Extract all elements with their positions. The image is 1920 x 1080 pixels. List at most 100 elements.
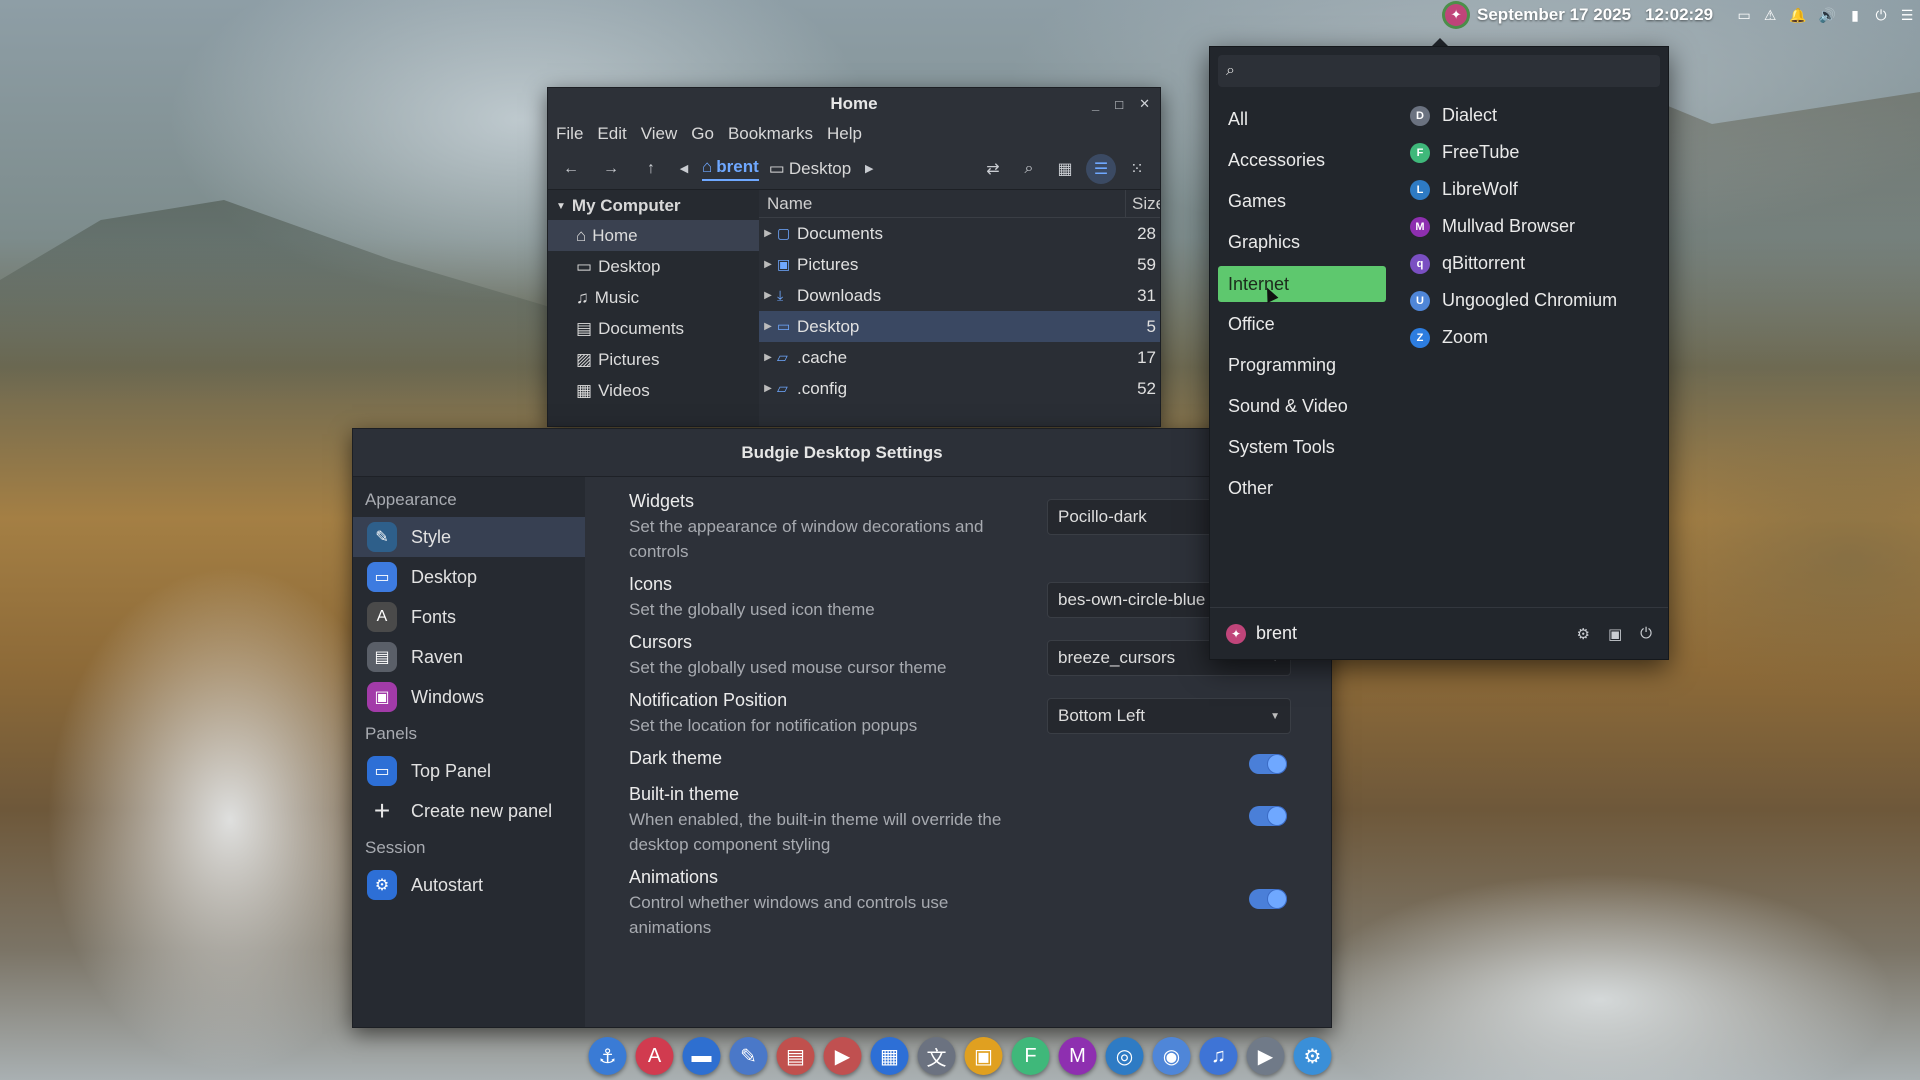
column-size[interactable]: Size xyxy=(1126,194,1160,214)
sidebar-item-desktop[interactable]: ▭ Desktop xyxy=(353,557,585,597)
window-titlebar[interactable]: Budgie Desktop Settings xyxy=(353,429,1331,477)
app-qbittorrent[interactable]: q qBittorrent xyxy=(1402,245,1664,282)
up-icon[interactable]: ↑ xyxy=(636,154,666,184)
sidebar-item-raven[interactable]: ▤ Raven xyxy=(353,637,585,677)
sidebar-item-documents[interactable]: ▤ Documents xyxy=(548,313,759,344)
dock-grid-icon[interactable]: ▦ xyxy=(870,1037,909,1075)
dock-media-icon[interactable]: ▶ xyxy=(823,1037,862,1075)
sidebar-item-pictures[interactable]: ▨ Pictures xyxy=(548,344,759,375)
menu-go[interactable]: Go xyxy=(691,124,714,144)
breadcrumb-desktop[interactable]: ▭ Desktop xyxy=(769,159,851,179)
breadcrumb-left-icon[interactable]: ◀ xyxy=(676,154,692,184)
sidebar-item-windows[interactable]: ▣ Windows xyxy=(353,677,585,717)
dock-music-icon[interactable]: ♫ xyxy=(1199,1037,1238,1075)
search-icon[interactable]: ⌕ xyxy=(1014,154,1044,184)
expander-icon[interactable]: ▶ xyxy=(759,321,777,332)
sidebar-item-desktop[interactable]: ▭ Desktop xyxy=(548,251,759,282)
power-icon[interactable]: ⏻ xyxy=(1874,7,1888,24)
dock-anchor-icon[interactable]: ⚓ xyxy=(588,1037,627,1075)
compact-view-icon[interactable]: ⁙ xyxy=(1122,154,1152,184)
table-row[interactable]: ▶ ▣ Pictures 59 xyxy=(759,249,1160,280)
breadcrumb-right-icon[interactable]: ▶ xyxy=(861,154,877,184)
maximize-icon[interactable]: □ xyxy=(1115,97,1123,112)
sidebar-item-top-panel[interactable]: ▭ Top Panel xyxy=(353,751,585,791)
back-icon[interactable]: ← xyxy=(556,154,586,184)
dock-text-editor-icon[interactable]: ✎ xyxy=(729,1037,768,1075)
toggle-switch[interactable] xyxy=(1249,889,1287,909)
table-row[interactable]: ▶ ▱ .cache 17 xyxy=(759,342,1160,373)
dock-mullvad-icon[interactable]: M xyxy=(1058,1037,1097,1075)
sidebar-item-style[interactable]: ✎ Style xyxy=(353,517,585,557)
category-internet[interactable]: Internet xyxy=(1218,266,1386,302)
updates-icon[interactable]: ⚠ xyxy=(1763,7,1777,24)
dock-video-icon[interactable]: ▶ xyxy=(1246,1037,1285,1075)
category-games[interactable]: Games xyxy=(1218,181,1386,222)
workspace-icon[interactable]: ▭ xyxy=(1737,7,1751,24)
table-row[interactable]: ▶ ▭ Desktop 5 xyxy=(759,311,1160,342)
toggle-switch[interactable] xyxy=(1249,806,1287,826)
menu-bookmarks[interactable]: Bookmarks xyxy=(728,124,813,144)
sidebar-item-music[interactable]: ♫ Music xyxy=(548,282,759,313)
notification-bell-icon[interactable]: 🔔 xyxy=(1789,7,1806,24)
column-name[interactable]: Name xyxy=(759,190,1126,217)
category-office[interactable]: Office xyxy=(1218,304,1386,345)
sidebar-item-home[interactable]: ⌂ Home xyxy=(548,220,759,251)
app-zoom[interactable]: Z Zoom xyxy=(1402,319,1664,356)
dock-settings-icon[interactable]: ⚙ xyxy=(1293,1037,1332,1075)
sidebar-item-fonts[interactable]: A Fonts xyxy=(353,597,585,637)
dock-translator-icon[interactable]: 文 xyxy=(917,1037,956,1075)
list-view-icon[interactable]: ☰ xyxy=(1086,153,1116,184)
power-icon[interactable]: ⏻ xyxy=(1640,625,1652,643)
category-system-tools[interactable]: System Tools xyxy=(1218,427,1386,468)
battery-icon[interactable]: ▮ xyxy=(1848,7,1862,24)
menu-help[interactable]: Help xyxy=(827,124,862,144)
close-icon[interactable]: ✕ xyxy=(1139,96,1150,112)
dock-documents-icon[interactable]: ▤ xyxy=(776,1037,815,1075)
dock-librewolf-icon[interactable]: ◎ xyxy=(1105,1037,1144,1075)
category-sound-video[interactable]: Sound & Video xyxy=(1218,386,1386,427)
volume-icon[interactable]: 🔊 xyxy=(1819,7,1836,24)
icon-view-icon[interactable]: ▦ xyxy=(1050,154,1080,184)
category-accessories[interactable]: Accessories xyxy=(1218,140,1386,181)
sidebar-item-autostart[interactable]: ⚙ Autostart xyxy=(353,865,585,905)
expander-icon[interactable]: ▶ xyxy=(759,383,777,394)
sidebar-item-videos[interactable]: ▦ Videos xyxy=(548,375,759,406)
expander-icon[interactable]: ▶ xyxy=(759,259,777,270)
clock[interactable]: September 17 2025 12:02:29 xyxy=(1477,5,1713,25)
category-other[interactable]: Other xyxy=(1218,468,1386,509)
menu-view[interactable]: View xyxy=(641,124,678,144)
dock-notes-icon[interactable]: ▣ xyxy=(964,1037,1003,1075)
expander-icon[interactable]: ▶ xyxy=(759,228,777,239)
dock-files-icon[interactable]: ▬ xyxy=(682,1037,721,1075)
window-titlebar[interactable]: Home _ □ ✕ xyxy=(548,88,1160,120)
menu-edit[interactable]: Edit xyxy=(597,124,626,144)
table-row[interactable]: ▶ ▱ .config 52 xyxy=(759,373,1160,404)
settings-gear-icon[interactable]: ⚙ xyxy=(1576,625,1589,643)
theme-dropdown[interactable]: Bottom Left ▼ xyxy=(1047,698,1291,734)
minimize-icon[interactable]: _ xyxy=(1092,97,1099,112)
dock-freetube-icon[interactable]: F xyxy=(1011,1037,1050,1075)
user-button[interactable]: ✦ brent xyxy=(1226,623,1297,644)
toggle-switch[interactable] xyxy=(1249,754,1287,774)
app-dialect[interactable]: D Dialect xyxy=(1402,97,1664,134)
table-row[interactable]: ▶ ⤓ Downloads 31 xyxy=(759,280,1160,311)
menu-avatar-icon[interactable]: ✦ xyxy=(1445,4,1468,26)
search-input[interactable] xyxy=(1242,62,1660,80)
category-graphics[interactable]: Graphics xyxy=(1218,222,1386,263)
app-freetube[interactable]: F FreeTube xyxy=(1402,134,1664,171)
breadcrumb-brent[interactable]: ⌂ brent xyxy=(702,157,759,181)
table-row[interactable]: ▶ ▢ Documents 28 xyxy=(759,218,1160,249)
expander-icon[interactable]: ▶ xyxy=(759,352,777,363)
dock-chromium-icon[interactable]: ◉ xyxy=(1152,1037,1191,1075)
lock-icon[interactable]: ▣ xyxy=(1608,625,1622,643)
expander-icon[interactable]: ▶ xyxy=(759,290,777,301)
menu-search[interactable]: ⌕ xyxy=(1218,55,1660,87)
app-mullvad-browser[interactable]: M Mullvad Browser xyxy=(1402,208,1664,245)
sidebar-heading[interactable]: ▼ My Computer xyxy=(548,192,759,220)
toggle-location-icon[interactable]: ⇄ xyxy=(978,154,1008,184)
category-programming[interactable]: Programming xyxy=(1218,345,1386,386)
dock-app-a-icon[interactable]: A xyxy=(635,1037,674,1075)
app-librewolf[interactable]: L LibreWolf xyxy=(1402,171,1664,208)
forward-icon[interactable]: → xyxy=(596,154,626,184)
sidebar-item-create-new-panel[interactable]: + Create new panel xyxy=(353,791,585,831)
